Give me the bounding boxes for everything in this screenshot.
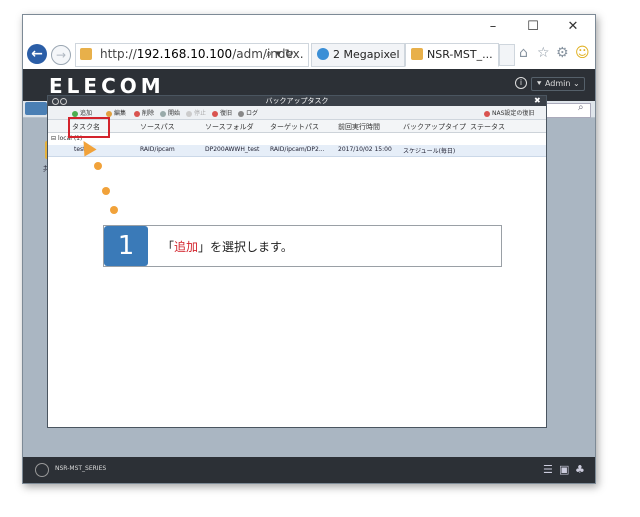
dialog-titlebar: バックアップタスク ✖ xyxy=(48,96,546,106)
delete-icon xyxy=(134,110,140,117)
start-button[interactable]: 開始 xyxy=(160,108,180,117)
column-header[interactable]: ソースフォルダ xyxy=(205,122,254,132)
column-header[interactable]: ステータス xyxy=(470,122,505,132)
tab-nsr-mst[interactable]: NSR-MST_...× xyxy=(405,43,499,67)
gear-icon[interactable]: ⚙ xyxy=(556,45,569,61)
table-header: タスク名 ソースパス ソースフォルダ ターゲットパス 前回実行時間 バックアップ… xyxy=(48,120,546,133)
minimize-button[interactable]: – xyxy=(475,15,511,39)
search-icon: ⌕ xyxy=(578,102,584,113)
cell-type: スケジュール(毎日) xyxy=(403,148,456,155)
close-window-button[interactable]: ✕ xyxy=(555,15,591,39)
log-button[interactable]: ログ xyxy=(238,108,258,117)
start-menu-icon[interactable] xyxy=(25,102,47,115)
storage-icon[interactable]: ☰ xyxy=(543,463,553,476)
column-header[interactable]: ターゲットパス xyxy=(270,122,319,132)
add-icon xyxy=(72,110,78,117)
info-icon[interactable]: i xyxy=(515,77,527,89)
step-instruction: 「追加」を選択します。 xyxy=(162,240,293,254)
add-button-highlight xyxy=(68,117,110,138)
pointer-dot xyxy=(110,206,118,214)
start-icon xyxy=(160,110,166,117)
dialog-title: バックアップタスク xyxy=(265,97,329,105)
maximize-button[interactable]: ☐ xyxy=(515,15,551,39)
step-number-badge: 1 xyxy=(104,226,148,266)
nas-restore-button[interactable]: NAS設定の復旧 xyxy=(484,108,534,117)
delete-button[interactable]: 削除 xyxy=(134,108,154,117)
cell-target-path: RAID/ipcam/DP2... xyxy=(270,146,325,153)
power-icon[interactable] xyxy=(35,463,49,477)
admin-menu[interactable]: ⯆ Admin ⌄ xyxy=(531,77,585,91)
pointer-dot xyxy=(102,187,110,195)
nas-restore-icon xyxy=(484,110,490,117)
pointer-dot xyxy=(94,162,102,170)
table-row[interactable]: test RAID/ipcam DP200AWWH_test RAID/ipca… xyxy=(48,145,546,157)
device-name: NSR-MST_SERIES xyxy=(55,465,107,472)
column-header[interactable]: 前回実行時間 xyxy=(338,122,380,132)
dialog-close-button[interactable]: ✖ xyxy=(534,96,541,106)
stop-button[interactable]: 停止 xyxy=(186,108,206,117)
monitor-icon[interactable]: ▣ xyxy=(559,463,569,476)
cell-last-run: 2017/10/02 15:00 xyxy=(338,146,392,153)
site-icon xyxy=(411,48,423,60)
stop-icon xyxy=(186,110,192,117)
dialog-toolbar: 追加 編集 削除 開始 停止 復旧 ログ NAS設定の復旧 xyxy=(48,106,546,120)
app-footer: NSR-MST_SERIES ☰ ▣ ♣ xyxy=(23,457,595,483)
cell-source-folder: DP200AWWH_test xyxy=(205,146,260,153)
back-button[interactable]: ← xyxy=(27,44,47,64)
site-icon xyxy=(80,48,92,60)
column-header[interactable]: ソースパス xyxy=(140,122,175,132)
step-callout: 1 「追加」を選択します。 xyxy=(103,225,502,267)
add-button[interactable]: 追加 xyxy=(72,108,92,117)
network-icon[interactable]: ♣ xyxy=(575,463,585,476)
column-header[interactable]: バックアップタイプ xyxy=(403,122,466,132)
star-icon[interactable]: ☆ xyxy=(537,45,550,61)
new-tab-button[interactable] xyxy=(499,44,515,66)
log-icon xyxy=(238,110,244,117)
edit-button[interactable]: 編集 xyxy=(106,108,126,117)
edit-icon xyxy=(106,110,112,117)
window-titlebar: – ☐ ✕ xyxy=(23,15,595,39)
forward-button[interactable]: → xyxy=(51,45,71,65)
cell-source-path: RAID/ipcam xyxy=(140,146,175,153)
search-refresh-icons[interactable]: ⌕ ▾ ↻ xyxy=(266,47,294,61)
group-row[interactable]: ⊟ local (1) xyxy=(48,133,546,145)
smiley-icon[interactable]: ☺ xyxy=(575,45,590,61)
restore-icon xyxy=(212,110,218,117)
navigation-bar: ← → http://192.168.10.100/adm/index. ⌕ ▾… xyxy=(23,39,595,69)
address-bar[interactable]: http://192.168.10.100/adm/index. ⌕ ▾ ↻ xyxy=(75,43,309,67)
home-icon[interactable]: ⌂ xyxy=(519,45,528,61)
restore-button[interactable]: 復旧 xyxy=(212,108,232,117)
ie-icon xyxy=(317,48,329,60)
tab-megapixel[interactable]: 2 Megapixel ... xyxy=(311,43,405,67)
